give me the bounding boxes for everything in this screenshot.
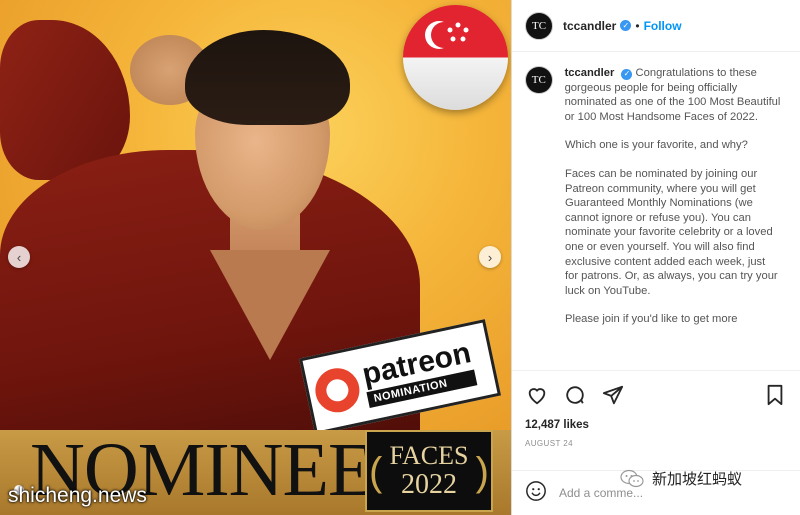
chevron-left-icon: ‹: [16, 249, 22, 265]
laurel-left-icon: (: [369, 450, 383, 494]
singapore-flag-badge: [403, 5, 508, 110]
wechat-watermark: 新加坡红蚂蚁: [620, 468, 742, 489]
carousel-prev-button[interactable]: ‹: [8, 246, 30, 268]
emoji-icon[interactable]: [525, 480, 547, 507]
caption-paragraph-2: Which one is your favorite, and why?: [565, 139, 748, 152]
portrait-collar: [210, 250, 330, 360]
caption-first-line: tccandler ✓ Congratulations to these gor…: [565, 66, 786, 124]
post-date[interactable]: AUGUST 24: [525, 439, 787, 448]
source-watermark: shicheng.news: [8, 484, 147, 507]
action-bar: [525, 371, 787, 419]
share-icon[interactable]: [601, 383, 625, 407]
heart-icon[interactable]: [525, 383, 549, 407]
avatar[interactable]: TC: [525, 11, 553, 40]
caption-area[interactable]: TC tccandler ✓ Congratulations to these …: [512, 52, 800, 370]
likes-count[interactable]: 12,487 likes: [525, 419, 787, 431]
caption-verified-icon: ✓: [621, 68, 633, 80]
post-header: TC tccandler ✓ • Follow: [512, 0, 800, 52]
comment-icon[interactable]: [563, 383, 587, 407]
header-username[interactable]: tccandler: [563, 19, 616, 33]
verified-badge-icon: ✓: [620, 20, 632, 31]
wechat-icon: [620, 469, 644, 487]
header-separator: •: [635, 18, 640, 33]
post-sidebar: TC tccandler ✓ • Follow TC tccandler ✓ C…: [512, 0, 800, 515]
caption-paragraph-4: Please join if you'd like to get more: [565, 313, 738, 326]
patreon-logo-icon: [311, 364, 364, 417]
wechat-label: 新加坡红蚂蚁: [652, 471, 743, 488]
bookmark-icon[interactable]: [763, 383, 787, 407]
faces-year: 2022: [401, 469, 457, 500]
chevron-right-icon: ›: [487, 249, 493, 265]
actions-area: 12,487 likes AUGUST 24: [512, 370, 800, 448]
faces-label: FACES: [389, 441, 469, 470]
follow-button[interactable]: Follow: [644, 19, 682, 33]
caption-avatar[interactable]: TC: [525, 66, 553, 94]
carousel-next-button[interactable]: ›: [479, 246, 501, 268]
faces-2022-badge: ( ) FACES 2022: [365, 430, 493, 512]
caption-username[interactable]: tccandler: [565, 67, 615, 79]
post-media[interactable]: ‹ › patreon NOMINATION NOMINEE ( ) FACES…: [0, 0, 512, 515]
laurel-right-icon: ): [475, 450, 489, 494]
caption-paragraph-3: Faces can be nominated by joining our Pa…: [565, 167, 778, 297]
